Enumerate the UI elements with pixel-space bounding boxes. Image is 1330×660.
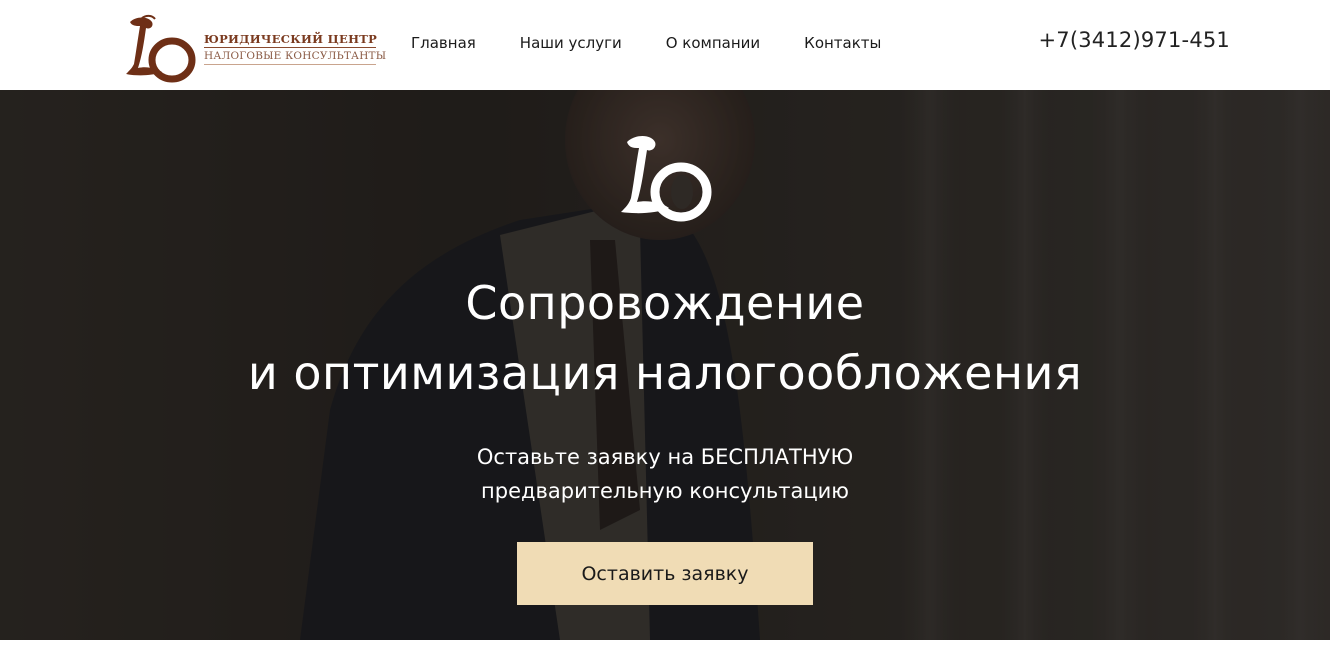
nav-item-services[interactable]: Наши услуги xyxy=(520,32,622,56)
logo-subtitle: НАЛОГОВЫЕ КОНСУЛЬТАНТЫ xyxy=(204,50,387,62)
hero-section: Сопровождение и оптимизация налогообложе… xyxy=(0,90,1330,640)
nav-item-contacts[interactable]: Контакты xyxy=(804,32,881,56)
hero-title-line-1: Сопровождение xyxy=(465,276,865,330)
phone-link[interactable]: +7(3412)971-451 xyxy=(1038,28,1230,52)
page: ЮРИДИЧЕСКИЙ ЦЕНТР НАЛОГОВЫЕ КОНСУЛЬТАНТЫ… xyxy=(0,0,1330,660)
hero-subtitle-line-2: предварительную консультацию xyxy=(481,479,849,503)
logo-title: ЮРИДИЧЕСКИЙ ЦЕНТР xyxy=(204,32,378,46)
hero-subtitle: Оставьте заявку на БЕСПЛАТНУЮ предварите… xyxy=(0,440,1330,508)
submit-request-button[interactable]: Оставить заявку xyxy=(517,542,813,605)
logo-underline xyxy=(204,64,376,65)
site-header: ЮРИДИЧЕСКИЙ ЦЕНТР НАЛОГОВЫЕ КОНСУЛЬТАНТЫ… xyxy=(0,0,1330,90)
main-nav: Главная Наши услуги О компании Контакты xyxy=(411,32,881,56)
logo-monogram-icon xyxy=(126,14,196,83)
hero-title: Сопровождение и оптимизация налогообложе… xyxy=(0,268,1330,408)
logo-divider xyxy=(204,47,376,48)
hero-title-line-2: и оптимизация налогообложения xyxy=(247,346,1083,400)
nav-item-about[interactable]: О компании xyxy=(666,32,760,56)
logo-link[interactable]: ЮРИДИЧЕСКИЙ ЦЕНТР НАЛОГОВЫЕ КОНСУЛЬТАНТЫ xyxy=(122,14,387,84)
nav-item-home[interactable]: Главная xyxy=(411,32,476,56)
hero-monogram-icon xyxy=(621,136,712,222)
hero-subtitle-line-1: Оставьте заявку на БЕСПЛАТНУЮ xyxy=(476,445,854,469)
